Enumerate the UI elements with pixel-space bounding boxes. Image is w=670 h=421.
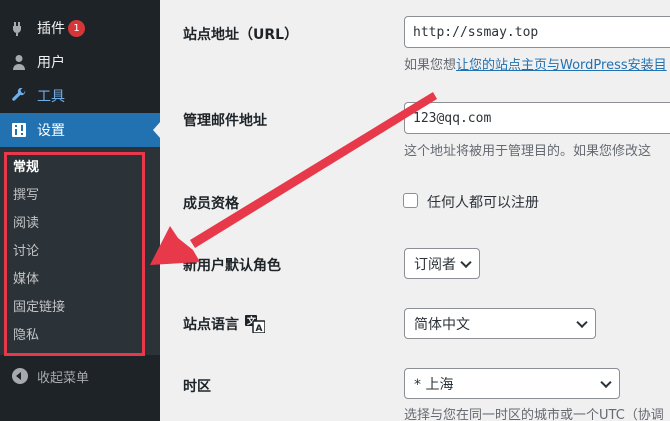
site-language-label-text: 站点语言 xyxy=(183,317,239,333)
sidebar-item-label: 工具 xyxy=(37,89,65,105)
anyone-can-register-label[interactable]: 任何人都可以注册 xyxy=(427,192,539,212)
default-role-select[interactable]: 订阅者 xyxy=(404,248,480,279)
sidebar-item-users[interactable]: 用户 xyxy=(0,45,160,79)
sidebar-item-tools[interactable]: 工具 xyxy=(0,79,160,113)
site-url-desc-text: 如果您想 xyxy=(404,58,457,73)
sidebar-item-label: 设置 xyxy=(37,123,65,139)
sidebar-item-settings[interactable]: 设置 xyxy=(0,113,160,147)
submenu-media[interactable]: 媒体 xyxy=(13,266,39,294)
site-url-input[interactable]: http://ssmay.top xyxy=(404,16,670,48)
site-url-help-link[interactable]: 让您的站点主页与WordPress安装目 xyxy=(456,58,667,73)
submenu-permalinks[interactable]: 固定链接 xyxy=(13,294,65,322)
submenu-privacy[interactable]: 隐私 xyxy=(13,322,39,350)
admin-email-description: 这个地址将被用于管理目的。如果您修改这 xyxy=(404,144,652,159)
collapse-menu-button[interactable]: 收起菜单 xyxy=(0,362,160,390)
timezone-label: 时区 xyxy=(183,379,211,395)
submenu-writing[interactable]: 撰写 xyxy=(13,182,39,210)
sidebar-item-label: 插件 xyxy=(37,21,65,37)
site-language-label: 站点语言 文A xyxy=(183,314,266,334)
site-language-select[interactable]: 简体中文 xyxy=(404,308,596,339)
settings-icon xyxy=(10,121,28,139)
membership-label: 成员资格 xyxy=(183,196,239,212)
update-count-badge: 1 xyxy=(68,19,85,37)
sidebar-item-label: 用户 xyxy=(37,55,65,71)
submenu-discussion[interactable]: 讨论 xyxy=(13,238,39,266)
site-language-value: 简体中文 xyxy=(414,316,470,333)
plugins-icon xyxy=(10,19,28,37)
anyone-can-register-checkbox[interactable] xyxy=(403,193,418,208)
chevron-down-icon xyxy=(460,256,472,268)
admin-email-label: 管理邮件地址 xyxy=(183,113,267,129)
chevron-down-icon xyxy=(576,316,588,328)
svg-text:A: A xyxy=(256,324,263,333)
default-role-value: 订阅者 xyxy=(414,256,456,273)
admin-email-input[interactable]: 123@qq.com xyxy=(404,102,670,134)
timezone-value: * 上海 xyxy=(414,376,454,393)
admin-sidebar: 插件 1 用户 工具 设置 常规 撰写 阅读 讨论 媒体 固定链接 隐私 收起菜… xyxy=(0,0,161,421)
sidebar-item-plugins[interactable]: 插件 1 xyxy=(0,11,160,45)
chevron-down-icon xyxy=(600,376,612,388)
translate-icon: 文A xyxy=(245,315,266,334)
site-url-label: 站点地址（URL） xyxy=(183,27,299,43)
submenu-reading[interactable]: 阅读 xyxy=(13,210,39,238)
site-url-description: 如果您想让您的站点主页与WordPress安装目 xyxy=(404,54,667,73)
collapse-label: 收起菜单 xyxy=(37,370,90,386)
settings-submenu: 常规 撰写 阅读 讨论 媒体 固定链接 隐私 xyxy=(0,147,160,355)
tools-icon xyxy=(10,87,28,105)
timezone-description: 选择与您在同一时区的城市或一个UTC（协调 xyxy=(404,408,664,421)
collapse-icon xyxy=(12,368,28,384)
settings-form: 站点地址（URL） http://ssmay.top 如果您想让您的站点主页与W… xyxy=(160,0,670,421)
default-role-label: 新用户默认角色 xyxy=(183,258,281,274)
submenu-general[interactable]: 常规 xyxy=(13,154,39,182)
users-icon xyxy=(10,53,28,71)
timezone-select[interactable]: * 上海 xyxy=(404,368,620,399)
